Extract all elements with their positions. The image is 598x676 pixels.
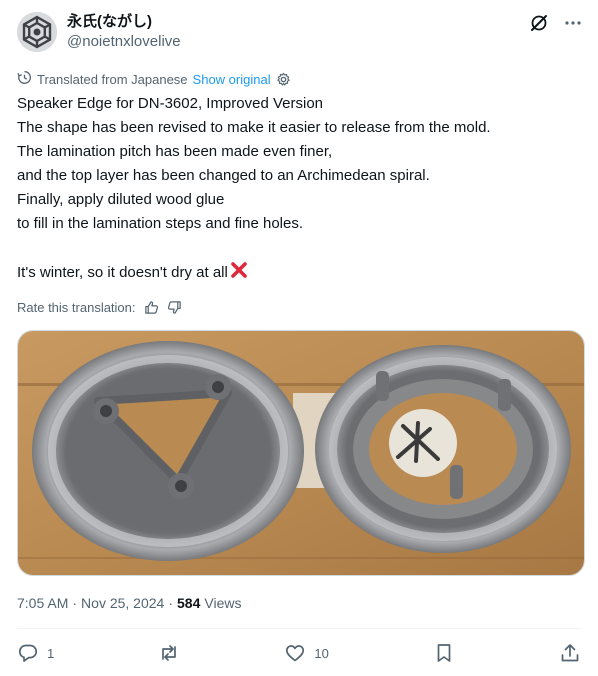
- translation-notice: Translated from Japanese Show original: [17, 70, 291, 88]
- repost-button[interactable]: [158, 641, 180, 665]
- views-count: 584: [177, 595, 201, 611]
- display-name[interactable]: 永氏(ながし): [67, 12, 181, 32]
- show-original-link[interactable]: Show original: [193, 72, 271, 87]
- more-icon[interactable]: [562, 12, 584, 34]
- post-header-actions: [528, 12, 584, 34]
- rate-translation: Rate this translation:: [17, 297, 182, 317]
- post-text-line: The shape has been revised to make it ea…: [17, 119, 491, 136]
- thumbs-down-icon[interactable]: [167, 300, 182, 315]
- grok-icon[interactable]: [528, 12, 550, 34]
- divider: [17, 628, 581, 629]
- action-bar: 1 10: [17, 641, 581, 665]
- post-time[interactable]: 7:05 AM: [17, 595, 68, 611]
- meta-separator: ·: [168, 595, 174, 611]
- views-label: Views: [204, 595, 242, 611]
- post-date[interactable]: Nov 25, 2024: [81, 595, 164, 611]
- cross-mark-icon: [229, 260, 249, 288]
- like-count: 10: [314, 645, 329, 661]
- bookmark-icon: [433, 642, 455, 664]
- meta-separator: ·: [72, 595, 78, 611]
- like-icon: [284, 642, 306, 664]
- avatar-logo: [17, 12, 57, 52]
- rate-label: Rate this translation:: [17, 299, 136, 315]
- translation-label: Translated from Japanese: [37, 71, 188, 87]
- like-button[interactable]: 10: [284, 641, 329, 665]
- translate-icon: [17, 70, 32, 88]
- post-text-line: The lamination pitch has been made even …: [17, 143, 333, 160]
- share-icon: [559, 642, 581, 664]
- reply-button[interactable]: 1: [17, 641, 54, 665]
- post-text-line: to fill in the lamination steps and fine…: [17, 215, 304, 232]
- post-text-line: and the top layer has been changed to an…: [17, 167, 430, 184]
- post-meta: 7:05 AM · Nov 25, 2024 · 584 Views: [17, 593, 241, 613]
- author-block: 永氏(ながし) @noietnxlovelive: [67, 12, 181, 52]
- post-text-line-last: It's winter, so it doesn't dry at all: [17, 260, 577, 288]
- post-text-line: [17, 236, 577, 260]
- post-image[interactable]: [17, 330, 585, 576]
- user-handle[interactable]: @noietnxlovelive: [67, 32, 181, 52]
- thumbs-up-icon[interactable]: [144, 300, 159, 315]
- reply-icon: [17, 642, 39, 664]
- post-text-line: Finally, apply diluted wood glue: [17, 191, 225, 208]
- settings-icon[interactable]: [276, 72, 291, 87]
- post-text: Speaker Edge for DN-3602, Improved Versi…: [17, 92, 577, 288]
- repost-icon: [158, 642, 180, 664]
- avatar[interactable]: [17, 12, 57, 52]
- reply-count: 1: [47, 645, 55, 661]
- post-text-line: Speaker Edge for DN-3602, Improved Versi…: [17, 95, 323, 112]
- bookmark-button[interactable]: [433, 641, 455, 665]
- post-text-line: It's winter, so it doesn't dry at all: [17, 264, 228, 281]
- share-button[interactable]: [559, 641, 581, 665]
- speaker-edge-photo: [18, 331, 584, 575]
